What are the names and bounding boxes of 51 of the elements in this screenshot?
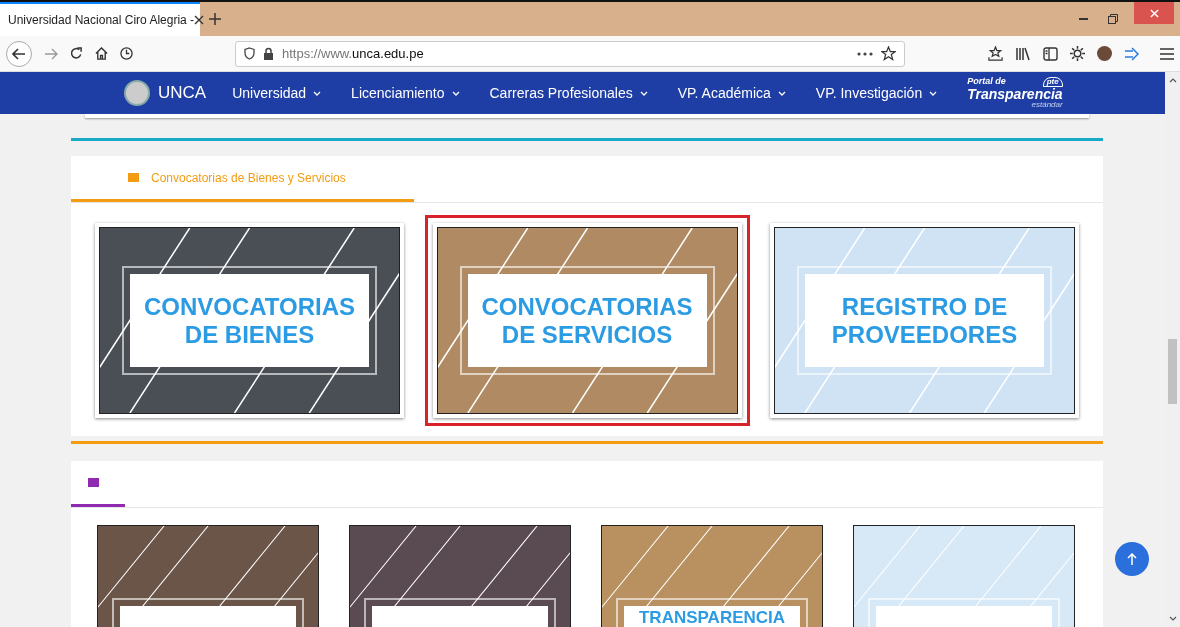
brand-link[interactable]: UNCA bbox=[158, 83, 207, 103]
card-title: REGISTRO DE PROVEEDORES bbox=[830, 292, 1019, 349]
card-title: CONVOCATORIAS DE BIENES bbox=[142, 292, 357, 349]
caret-icon bbox=[451, 90, 460, 96]
nav-menu-item[interactable]: Carreras Profesionales bbox=[489, 85, 648, 101]
arrow-up-icon bbox=[1127, 553, 1137, 565]
forward-icon[interactable] bbox=[44, 47, 58, 60]
book-icon bbox=[88, 478, 99, 487]
nav-menu-item[interactable]: VP. Investigación bbox=[815, 85, 938, 101]
url-text: https://www.unca.edu.pe bbox=[282, 46, 424, 61]
back-icon bbox=[12, 47, 26, 60]
card-title: TRANSPARENCIA bbox=[637, 607, 787, 627]
photo-placeholder[interactable] bbox=[349, 525, 571, 627]
reload-icon[interactable] bbox=[70, 47, 83, 60]
caret-icon bbox=[313, 90, 322, 96]
library-icon[interactable] bbox=[1015, 46, 1031, 61]
menu-icon[interactable] bbox=[1160, 47, 1174, 60]
nav-menu-item[interactable]: Licenciamiento bbox=[351, 85, 460, 101]
caret-icon[interactable] bbox=[1168, 78, 1177, 83]
card-title: CONVOCATORIAS DE SERVICIOS bbox=[480, 292, 694, 349]
more-icon[interactable] bbox=[857, 51, 873, 56]
back-button[interactable] bbox=[6, 40, 32, 67]
clock-icon[interactable] bbox=[120, 47, 133, 60]
close-icon bbox=[1149, 8, 1159, 18]
book-icon bbox=[128, 173, 139, 182]
back-to-top-button[interactable] bbox=[1115, 542, 1149, 576]
caret-icon bbox=[929, 90, 938, 96]
caret-icon bbox=[639, 90, 648, 96]
arrow-icon[interactable] bbox=[1124, 46, 1140, 61]
shield-icon bbox=[244, 47, 255, 60]
address-bar[interactable]: https://www.unca.edu.pe bbox=[235, 40, 905, 67]
portal-logo[interactable]: Portal de pte Transparencia estándar bbox=[967, 77, 1063, 109]
caret-icon[interactable] bbox=[1168, 616, 1177, 621]
new-tab-icon[interactable] bbox=[209, 13, 221, 25]
nav-menu-item[interactable]: VP. Académica bbox=[677, 85, 786, 101]
nav-menu-item[interactable]: Universidad bbox=[232, 85, 322, 101]
scrollbar-thumb[interactable] bbox=[1168, 339, 1177, 404]
close-icon[interactable] bbox=[194, 15, 205, 25]
avatar-icon bbox=[124, 80, 150, 106]
tab-title: Universidad Nacional Ciro Alegria - bbox=[8, 13, 195, 27]
sidebar-icon[interactable] bbox=[1043, 46, 1058, 61]
caret-icon bbox=[777, 90, 786, 96]
lock-icon bbox=[263, 47, 274, 60]
star-icon[interactable] bbox=[988, 46, 1003, 61]
scrollbar[interactable] bbox=[1165, 72, 1180, 627]
star-icon[interactable] bbox=[881, 46, 896, 61]
avatar-icon[interactable] bbox=[1097, 46, 1112, 61]
home-icon[interactable] bbox=[95, 47, 108, 60]
restore-icon[interactable] bbox=[1108, 14, 1118, 24]
gear-icon[interactable] bbox=[1070, 46, 1085, 61]
photo-placeholder[interactable] bbox=[97, 525, 319, 627]
